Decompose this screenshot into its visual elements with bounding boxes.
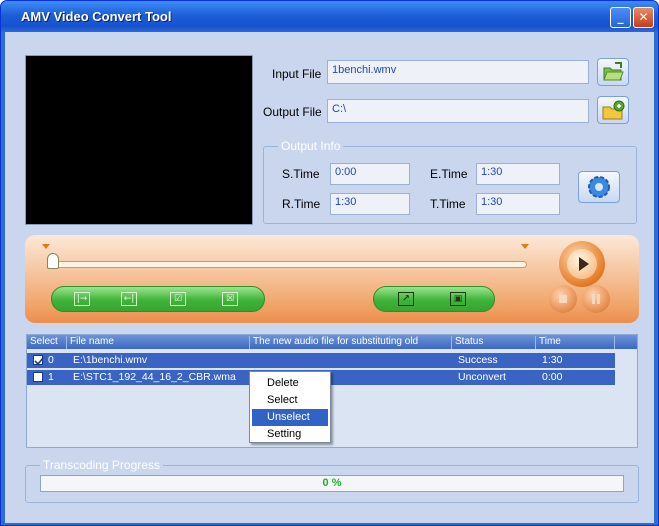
player-panel: |→ ←| ☑ ☒ ↗ ▣ bbox=[25, 235, 639, 323]
output-info-legend: Output Info bbox=[278, 139, 344, 153]
transcoding-progress-group: Transcoding Progress 0 % bbox=[25, 458, 639, 503]
input-file-field[interactable]: 1benchi.wmv bbox=[327, 60, 589, 84]
t-time-field[interactable]: 1:30 bbox=[476, 193, 560, 215]
menu-item-select[interactable]: Select bbox=[252, 392, 328, 409]
column-header-select[interactable]: Select bbox=[30, 336, 67, 349]
input-browse-button[interactable] bbox=[597, 58, 629, 86]
video-preview bbox=[25, 55, 253, 225]
close-button[interactable]: ✕ bbox=[633, 7, 654, 28]
row-time: 1:30 bbox=[542, 354, 563, 366]
start-marker-icon bbox=[42, 244, 50, 249]
mark-in-button[interactable]: |→ bbox=[74, 292, 90, 306]
column-header-time[interactable]: Time bbox=[539, 336, 615, 349]
row-file-name: E:\STC1_192_44_16_2_CBR.wma bbox=[73, 371, 236, 383]
row-checkbox-unchecked[interactable] bbox=[33, 372, 43, 382]
row-status: Success bbox=[458, 354, 498, 366]
t-time-label: T.Time bbox=[430, 197, 466, 211]
seek-slider[interactable] bbox=[49, 261, 527, 268]
r-time-label: R.Time bbox=[282, 197, 321, 211]
pause-icon bbox=[592, 294, 600, 304]
menu-item-setting[interactable]: Setting bbox=[252, 426, 328, 443]
progress-percent-text: 0 % bbox=[322, 477, 342, 489]
table-header: Select File name The new audio file for … bbox=[27, 335, 637, 349]
gear-icon bbox=[588, 176, 610, 198]
output-file-label: Output File bbox=[263, 105, 322, 119]
row-index: 1 bbox=[48, 371, 54, 383]
row-status: Unconvert bbox=[458, 371, 506, 383]
column-header-status[interactable]: Status bbox=[455, 336, 536, 349]
row-new-audio bbox=[253, 353, 452, 368]
window-title: AMV Video Convert Tool bbox=[21, 9, 172, 24]
transcoding-progress-legend: Transcoding Progress bbox=[40, 458, 163, 472]
unselect-all-button[interactable]: ☒ bbox=[222, 292, 238, 306]
s-time-label: S.Time bbox=[282, 167, 320, 181]
minimize-button[interactable]: _ bbox=[610, 7, 631, 28]
file-list-table[interactable]: Select File name The new audio file for … bbox=[26, 334, 638, 448]
column-header-file-name[interactable]: File name bbox=[70, 336, 250, 349]
e-time-field[interactable]: 1:30 bbox=[476, 163, 560, 185]
edit-button-group: |→ ←| ☑ ☒ bbox=[51, 286, 265, 312]
app-window: AMV Video Convert Tool _ ✕ Input File 1b… bbox=[0, 0, 659, 526]
stop-convert-button[interactable]: ▣ bbox=[450, 292, 466, 306]
stop-icon bbox=[559, 295, 567, 303]
client-area: Input File 1benchi.wmv Output File C:\ O… bbox=[5, 32, 654, 523]
s-time-field[interactable]: 0:00 bbox=[330, 163, 410, 185]
title-bar[interactable]: AMV Video Convert Tool _ ✕ bbox=[1, 1, 658, 32]
output-file-field[interactable]: C:\ bbox=[327, 99, 589, 123]
row-checkbox-checked[interactable] bbox=[33, 355, 44, 366]
stop-button[interactable] bbox=[549, 285, 577, 313]
menu-item-delete[interactable]: Delete bbox=[252, 375, 328, 392]
convert-button[interactable]: ↗ bbox=[398, 292, 414, 306]
mark-out-button[interactable]: ←| bbox=[121, 292, 137, 306]
context-menu: Delete Select Unselect Setting bbox=[249, 371, 331, 443]
select-all-button[interactable]: ☑ bbox=[170, 292, 186, 306]
play-icon bbox=[579, 257, 589, 271]
play-button-face bbox=[567, 249, 597, 279]
column-header-new-audio[interactable]: The new audio file for substituting old bbox=[253, 336, 452, 349]
seek-slider-thumb[interactable] bbox=[47, 253, 59, 269]
menu-item-unselect[interactable]: Unselect bbox=[252, 409, 328, 426]
row-index: 0 bbox=[48, 354, 54, 366]
save-folder-icon bbox=[602, 100, 625, 120]
checkmark-icon bbox=[34, 357, 44, 366]
progress-bar: 0 % bbox=[40, 475, 624, 492]
output-info-group: Output Info S.Time 0:00 E.Time 1:30 R.Ti… bbox=[263, 139, 637, 224]
e-time-label: E.Time bbox=[430, 167, 468, 181]
pause-button[interactable] bbox=[582, 285, 610, 313]
row-time: 0:00 bbox=[542, 371, 563, 383]
row-file-name: E:\1benchi.wmv bbox=[73, 354, 148, 366]
convert-button-group: ↗ ▣ bbox=[373, 286, 495, 312]
open-folder-icon bbox=[603, 62, 624, 81]
end-marker-icon bbox=[521, 244, 529, 249]
input-file-label: Input File bbox=[272, 67, 322, 81]
output-settings-button[interactable] bbox=[578, 171, 620, 203]
output-browse-button[interactable] bbox=[597, 96, 629, 124]
play-button[interactable] bbox=[559, 241, 605, 287]
table-row[interactable]: 0 E:\1benchi.wmv Success 1:30 bbox=[27, 353, 615, 368]
r-time-field[interactable]: 1:30 bbox=[330, 193, 410, 215]
